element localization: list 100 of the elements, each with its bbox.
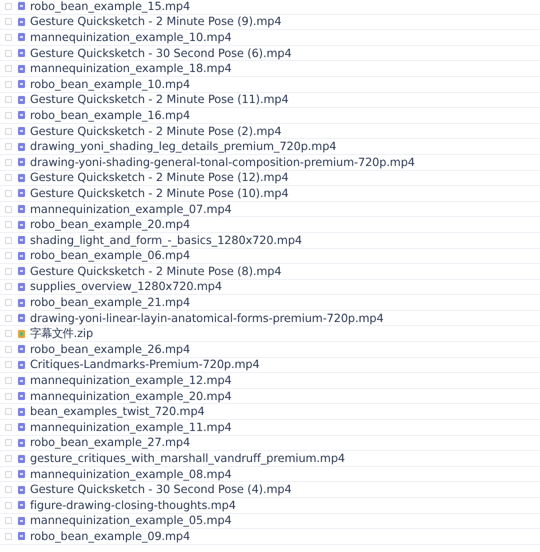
checkbox[interactable] xyxy=(5,50,12,57)
video-file-icon xyxy=(18,376,25,385)
checkbox[interactable] xyxy=(5,424,12,431)
checkbox[interactable] xyxy=(5,517,12,524)
file-name[interactable]: Gesture Quicksketch - 2 Minute Pose (12).mp4 xyxy=(30,171,289,184)
file-name[interactable]: Gesture Quicksketch - 2 Minute Pose (2).mp4 xyxy=(30,124,282,138)
checkbox[interactable] xyxy=(5,392,12,400)
video-file-icon xyxy=(18,298,25,307)
checkbox[interactable] xyxy=(5,486,12,494)
video-file-icon xyxy=(18,236,25,244)
video-file-icon xyxy=(18,470,25,478)
checkbox[interactable] xyxy=(5,455,12,462)
checkbox[interactable] xyxy=(5,346,12,353)
video-file-icon xyxy=(18,80,25,88)
file-name[interactable]: Gesture Quicksketch - 30 Second Pose (4).mp4 xyxy=(30,483,292,496)
video-file-icon xyxy=(18,532,25,540)
file-name[interactable]: robo_bean_example_10.mp4 xyxy=(30,78,190,91)
checkbox[interactable] xyxy=(5,236,12,244)
video-file-icon xyxy=(18,49,25,58)
file-name[interactable]: shading_light_and_form_-_basics_1280x720.mp4 xyxy=(30,234,302,247)
video-file-icon xyxy=(18,282,25,291)
file-name[interactable]: robo_bean_example_27.mp4 xyxy=(30,436,190,450)
file-name[interactable]: mannequinization_example_12.mp4 xyxy=(30,374,232,388)
video-file-icon xyxy=(18,438,25,447)
file-name[interactable]: robo_bean_example_21.mp4 xyxy=(30,296,190,310)
video-file-icon xyxy=(18,174,25,182)
checkbox[interactable] xyxy=(5,377,12,384)
file-name[interactable]: gesture_critiques_with_marshall_vandruff_premium.mp4 xyxy=(30,452,345,466)
checkbox[interactable] xyxy=(5,18,12,26)
checkbox[interactable] xyxy=(5,314,12,322)
video-file-icon xyxy=(18,220,25,229)
checkbox[interactable] xyxy=(5,221,12,228)
video-file-icon xyxy=(18,423,25,432)
file-name[interactable]: supplies_overview_1280x720.mp4 xyxy=(30,280,222,294)
file-name[interactable]: mannequinization_example_05.mp4 xyxy=(30,514,232,528)
file-name[interactable]: robo_bean_example_26.mp4 xyxy=(30,342,190,356)
checkbox[interactable] xyxy=(5,206,12,213)
checkbox[interactable] xyxy=(5,128,12,135)
checkbox[interactable] xyxy=(5,439,12,446)
video-file-icon xyxy=(18,392,25,400)
checkbox[interactable] xyxy=(5,283,12,290)
file-name[interactable]: 字幕文件.zip xyxy=(30,326,94,342)
video-file-icon xyxy=(18,189,25,198)
video-file-icon xyxy=(18,486,25,494)
checkbox[interactable] xyxy=(5,65,12,72)
file-name[interactable]: Gesture Quicksketch - 30 Second Pose (6).mp4 xyxy=(30,46,292,60)
video-file-icon xyxy=(18,360,25,369)
video-file-icon xyxy=(18,96,25,104)
checkbox[interactable] xyxy=(5,143,12,150)
file-name[interactable]: mannequinization_example_20.mp4 xyxy=(30,390,232,403)
checkbox[interactable] xyxy=(5,174,12,182)
file-name[interactable]: robo_bean_example_20.mp4 xyxy=(30,218,190,232)
checkbox[interactable] xyxy=(5,408,12,416)
file-name[interactable]: Gesture Quicksketch - 2 Minute Pose (11).mp4 xyxy=(30,93,289,106)
checkbox[interactable] xyxy=(5,470,12,478)
checkbox[interactable] xyxy=(5,330,12,338)
checkbox[interactable] xyxy=(5,112,12,119)
file-name[interactable]: robo_bean_example_16.mp4 xyxy=(30,108,190,122)
file-name[interactable]: drawing-yoni-linear-layin-anatomical-forms-premium-720p.mp4 xyxy=(30,312,384,325)
video-file-icon xyxy=(18,454,25,463)
video-file-icon xyxy=(18,18,25,26)
file-name[interactable]: robo_bean_example_06.mp4 xyxy=(30,249,190,262)
checkbox[interactable] xyxy=(5,268,12,275)
checkbox[interactable] xyxy=(5,361,12,368)
video-file-icon xyxy=(18,158,25,166)
checkbox[interactable] xyxy=(5,2,12,10)
file-name[interactable]: robo_bean_example_15.mp4 xyxy=(30,0,190,13)
file-name[interactable]: bean_examples_twist_720.mp4 xyxy=(30,405,205,418)
checkbox[interactable] xyxy=(5,190,12,197)
checkbox[interactable] xyxy=(5,96,12,104)
video-file-icon xyxy=(18,267,25,276)
checkbox[interactable] xyxy=(5,532,12,540)
video-file-icon xyxy=(18,2,25,10)
file-name[interactable]: mannequinization_example_18.mp4 xyxy=(30,62,232,76)
checkbox[interactable] xyxy=(5,299,12,306)
video-file-icon xyxy=(18,501,25,510)
checkbox[interactable] xyxy=(5,158,12,166)
file-name[interactable]: mannequinization_example_10.mp4 xyxy=(30,30,232,44)
file-name[interactable]: figure-drawing-closing-thoughts.mp4 xyxy=(30,498,236,512)
video-file-icon xyxy=(18,64,25,73)
file-name[interactable]: Gesture Quicksketch - 2 Minute Pose (8).mp4 xyxy=(30,264,282,278)
video-file-icon xyxy=(18,142,25,151)
file-name[interactable]: mannequinization_example_11.mp4 xyxy=(30,420,232,434)
file-name[interactable]: Gesture Quicksketch - 2 Minute Pose (10).mp4 xyxy=(30,186,289,200)
file-name[interactable]: mannequinization_example_07.mp4 xyxy=(30,202,232,216)
video-file-icon xyxy=(18,408,25,416)
checkbox[interactable] xyxy=(5,502,12,509)
file-name[interactable]: Critiques-Landmarks-Premium-720p.mp4 xyxy=(30,358,260,372)
video-file-icon xyxy=(18,314,25,322)
video-file-icon xyxy=(18,205,25,214)
file-name[interactable]: Gesture Quicksketch - 2 Minute Pose (9).mp4 xyxy=(30,15,282,28)
checkbox[interactable] xyxy=(5,252,12,260)
checkbox[interactable] xyxy=(5,34,12,41)
file-name[interactable]: mannequinization_example_08.mp4 xyxy=(30,468,232,481)
video-file-icon xyxy=(18,252,25,260)
video-file-icon xyxy=(18,516,25,525)
file-name[interactable]: drawing-yoni-shading-general-tonal-composition-premium-720p.mp4 xyxy=(30,156,415,169)
checkbox[interactable] xyxy=(5,80,12,88)
file-name[interactable]: robo_bean_example_09.mp4 xyxy=(30,530,190,543)
file-name[interactable]: drawing_yoni_shading_leg_details_premium_720p.mp4 xyxy=(30,140,336,154)
